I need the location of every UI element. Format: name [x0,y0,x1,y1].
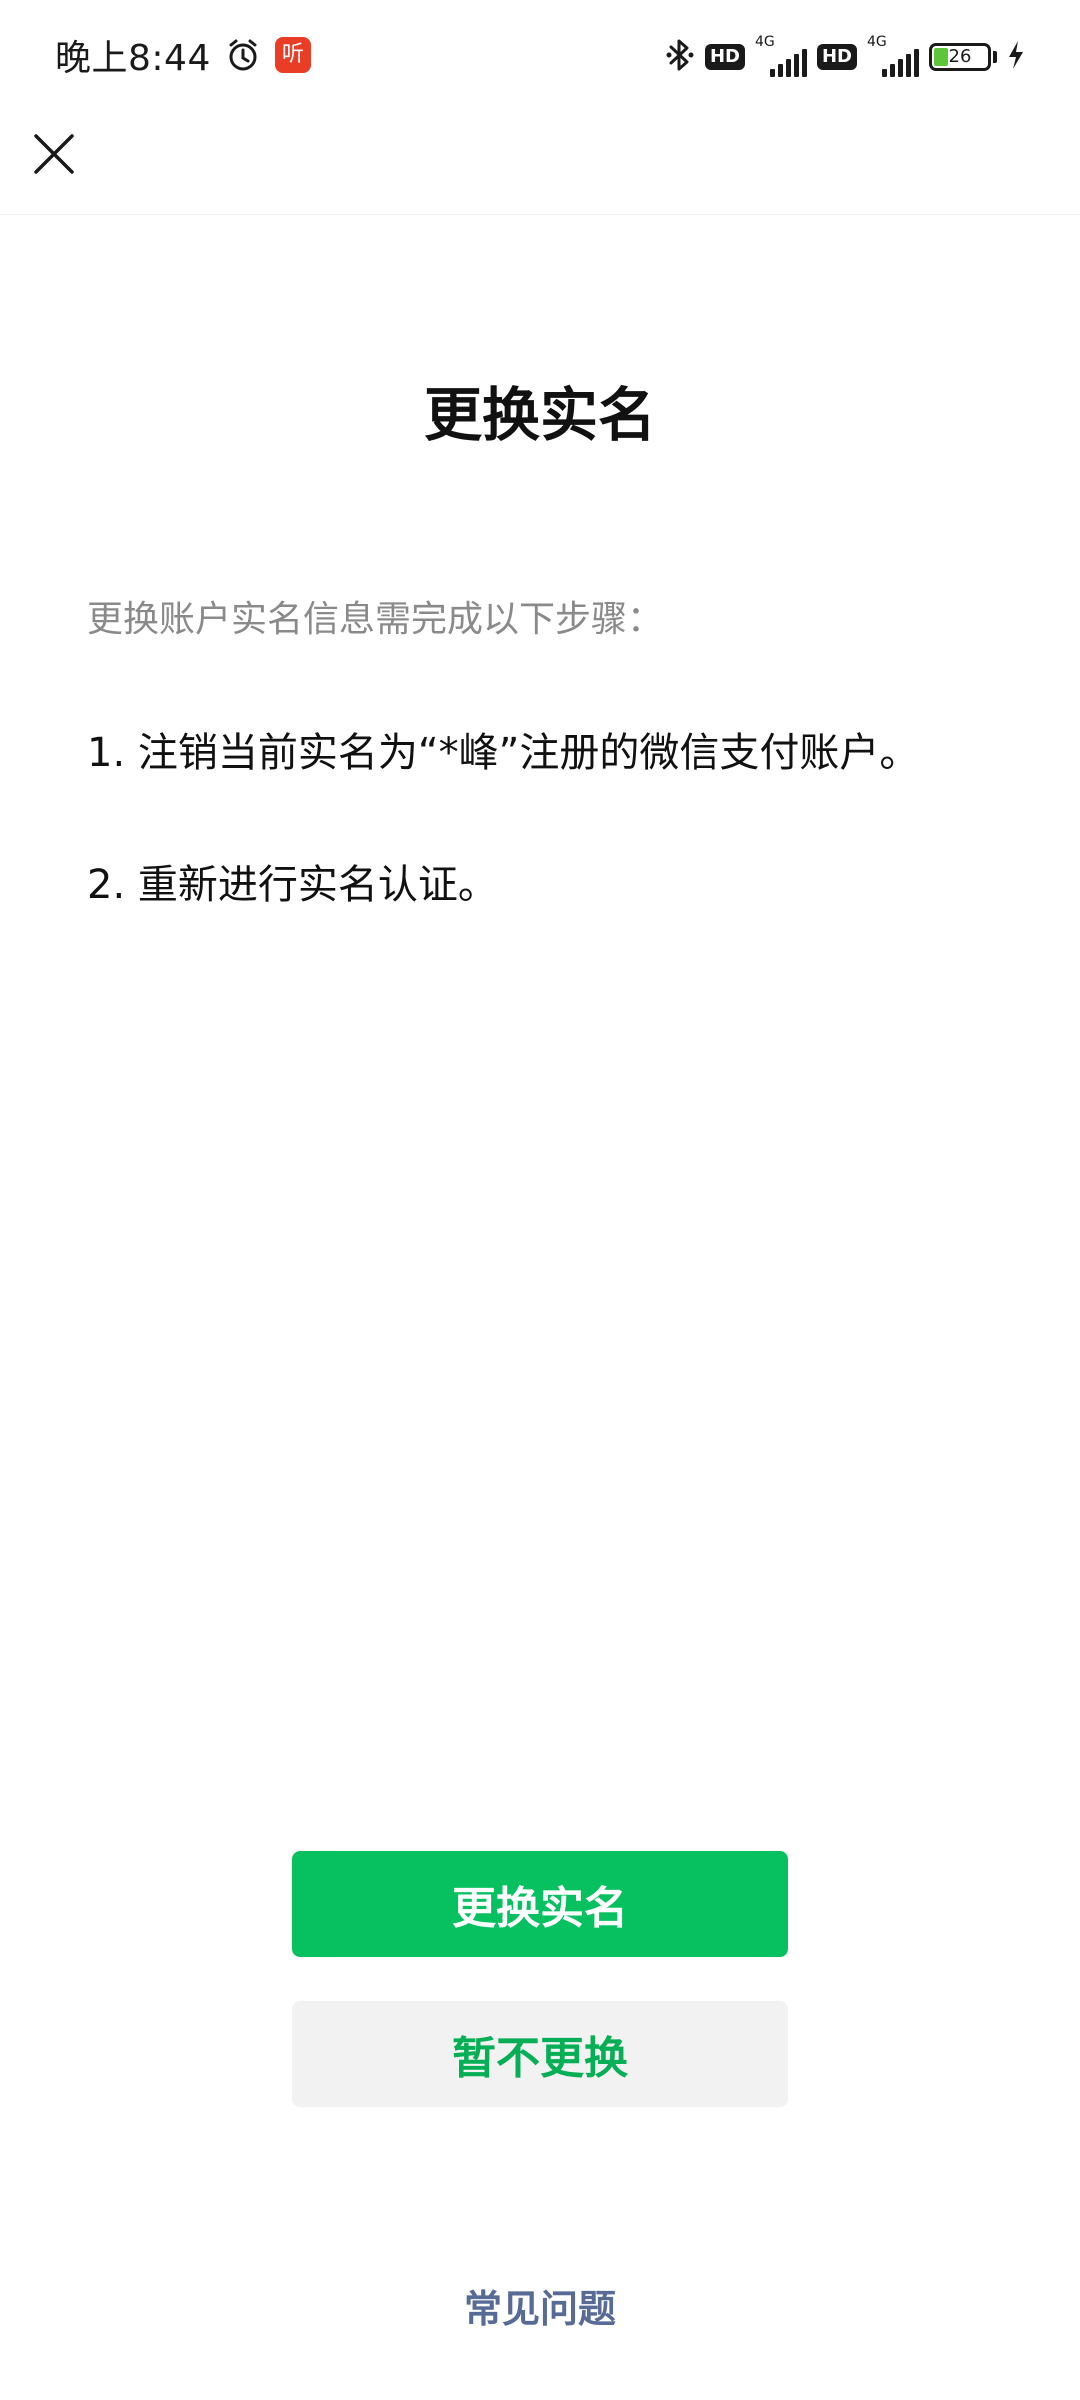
change-real-name-button[interactable]: 更换实名 [292,1851,788,1957]
network-type-1: 4G [754,34,775,50]
status-time: 晚上8:44 [55,38,211,79]
not-now-button[interactable]: 暂不更换 [292,2001,788,2107]
network-type-2: 4G [867,34,887,50]
close-button[interactable] [24,126,84,186]
alarm-icon [225,37,261,73]
step-item-1: 1. 注销当前实名为“*峰”注册的微信支付账户。 [87,730,920,776]
hd-badge-1: HD [704,44,745,70]
status-right: HD 4G HD 4G 26 [665,30,1025,84]
battery-icon: 26 [929,43,991,71]
signal-bars-icon-1 [769,49,807,77]
charging-icon [1007,40,1025,74]
signal-strength-1: 4G [755,35,807,79]
close-icon[interactable] [34,134,74,178]
status-bar: 晚上8:44 听 HD 4G HD 4G 26 [0,0,1080,110]
listen-app-badge: 听 [274,37,311,73]
signal-strength-2: 4G [867,35,919,79]
faq-link[interactable]: 常见问题 [0,2278,1080,2333]
signal-bars-icon-2 [882,49,919,77]
step-item-2: 2. 重新进行实名认证。 [87,862,498,908]
hd-badge-2: HD [816,44,857,70]
battery-cap [993,51,997,63]
battery-level: 26 [948,46,972,67]
status-left: 晚上8:44 听 [55,28,311,82]
bluetooth-icon [665,36,695,78]
page-title: 更换实名 [423,381,656,449]
intro-text: 更换账户实名信息需完成以下步骤： [87,599,664,640]
top-nav [0,110,1080,215]
